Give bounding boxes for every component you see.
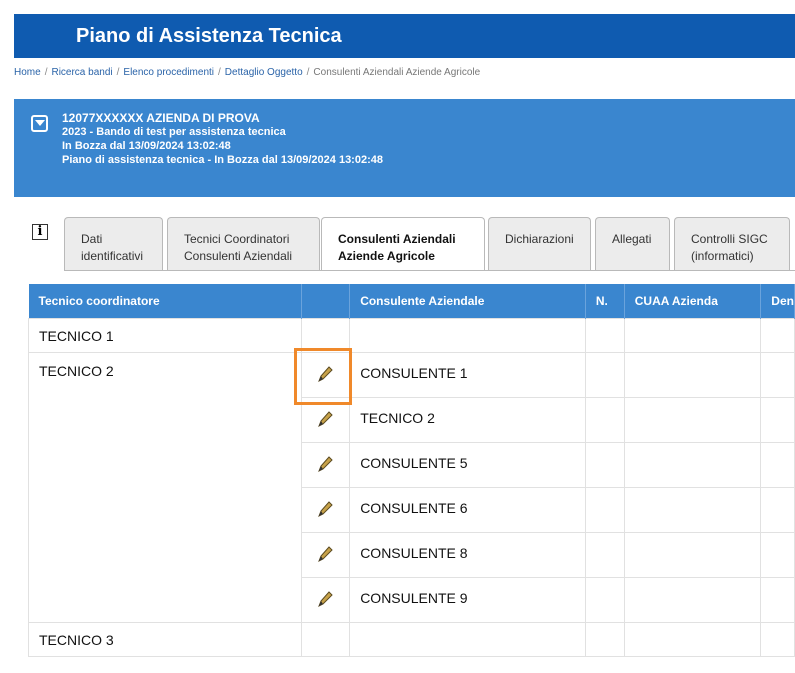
edit-cell[interactable] [300,487,351,533]
cell-empty [623,318,762,353]
azienda-name: 12077XXXXXX AZIENDA DI PROVA [62,111,260,125]
cell-empty [584,577,625,623]
tab-label-line1: Tecnici Coordinatori [184,232,290,246]
cell-empty [584,397,625,443]
cell-empty [760,397,795,443]
pencil-icon[interactable] [316,455,334,473]
tab-consulenti-aziendali[interactable]: Consulenti Aziendali Aziende Agricole [321,217,485,271]
cell-empty [349,622,586,657]
cell-coordinatore: TECNICO 2 [28,352,302,623]
tab-tecnici-coordinatori[interactable]: Tecnici Coordinatori Consulenti Aziendal… [167,217,320,270]
edit-cell[interactable] [300,577,351,623]
tab-divider [64,270,795,271]
cell-empty [584,622,625,657]
cell-empty [300,318,351,353]
cell-empty [584,532,625,578]
pencil-icon[interactable] [316,545,334,563]
cell-empty [300,622,351,657]
tab-dichiarazioni[interactable]: Dichiarazioni [488,217,591,270]
app-title: Piano di Assistenza Tecnica [76,25,342,47]
app-header: Piano di Assistenza Tecnica [14,14,795,58]
breadcrumb: Home / Ricerca bandi / Elenco procedimenti / D… [14,67,481,78]
cell-consulente: CONSULENTE 8 [349,532,586,578]
cell-empty [623,352,762,398]
info-icon[interactable]: i [32,224,48,240]
pencil-icon[interactable] [316,500,334,518]
header-denominazione[interactable]: Den [760,284,795,319]
bando-name: 2023 - Bando di test per assistenza tecn… [62,126,286,138]
tab-label-line1: Controlli SIGC [691,232,768,246]
consulenti-table: Tecnico coordinatore Consulente Aziendal… [28,284,795,657]
breadcrumb-dettaglio-oggetto[interactable]: Dettaglio Oggetto [225,67,303,78]
cell-consulente: CONSULENTE 1 [349,352,586,398]
pencil-icon[interactable] [316,410,334,428]
cell-empty [584,442,625,488]
cell-empty [760,352,795,398]
cell-empty [584,352,625,398]
cell-consulente: CONSULENTE 5 [349,442,586,488]
tab-label-line2: (informatici) [691,249,754,263]
tab-dati-identificativi[interactable]: Dati identificativi [64,217,163,270]
tab-label-line1: Allegati [612,232,652,246]
cell-empty [623,622,762,657]
pencil-icon[interactable] [316,590,334,608]
tab-label-line2: Aziende Agricole [338,249,435,263]
table-row: TECNICO 2 CONSULENTE 1 [28,352,795,623]
header-edit [301,284,351,319]
cell-empty [623,397,762,443]
header-cuaa-azienda[interactable]: CUAA Azienda [624,284,762,319]
summary-panel: 12077XXXXXX AZIENDA DI PROVA 2023 - Band… [14,99,795,197]
table-row: TECNICO 3 [28,622,795,657]
stato-bozza: In Bozza dal 13/09/2024 13:02:48 [62,140,231,152]
collapse-toggle-icon[interactable] [31,115,48,132]
tab-label-line2: identificativi [81,249,144,263]
breadcrumb-home[interactable]: Home [14,67,41,78]
cell-consulente: CONSULENTE 6 [349,487,586,533]
cell-empty [623,577,762,623]
header-tecnico-coordinatore[interactable]: Tecnico coordinatore [28,284,302,319]
cell-empty [760,318,795,353]
breadcrumb-elenco-procedimenti[interactable]: Elenco procedimenti [123,67,214,78]
cell-empty [760,577,795,623]
tab-label-line1: Dati [81,232,103,246]
cell-empty [623,442,762,488]
cell-empty [760,442,795,488]
header-n[interactable]: N. [585,284,625,319]
edit-cell[interactable] [300,397,351,443]
cell-consulente: TECNICO 2 [349,397,586,443]
tab-label-line1: Consulenti Aziendali [338,232,456,246]
edit-cell[interactable] [300,442,351,488]
piano-stato: Piano di assistenza tecnica - In Bozza d… [62,154,383,166]
tab-controlli-sigc[interactable]: Controlli SIGC (informatici) [674,217,790,270]
cell-consulente: CONSULENTE 9 [349,577,586,623]
cell-empty [623,487,762,533]
cell-empty [349,318,586,353]
cell-empty [760,532,795,578]
cell-empty [584,318,625,353]
cell-empty [584,487,625,533]
cell-empty [760,487,795,533]
edit-cell[interactable] [300,352,351,398]
breadcrumb-current: Consulenti Aziendali Aziende Agricole [313,67,481,78]
edit-cell[interactable] [300,532,351,578]
cell-coordinatore: TECNICO 1 [28,318,302,353]
pencil-icon[interactable] [316,365,334,383]
breadcrumb-ricerca-bandi[interactable]: Ricerca bandi [51,67,112,78]
cell-empty [760,622,795,657]
table-row: TECNICO 1 [28,318,795,353]
cell-coordinatore: TECNICO 3 [28,622,302,657]
tab-label-line1: Dichiarazioni [505,232,574,246]
tab-label-line2: Consulenti Aziendali [184,249,293,263]
header-consulente-aziendale[interactable]: Consulente Aziendale [349,284,586,319]
tab-allegati[interactable]: Allegati [595,217,670,270]
cell-empty [623,532,762,578]
